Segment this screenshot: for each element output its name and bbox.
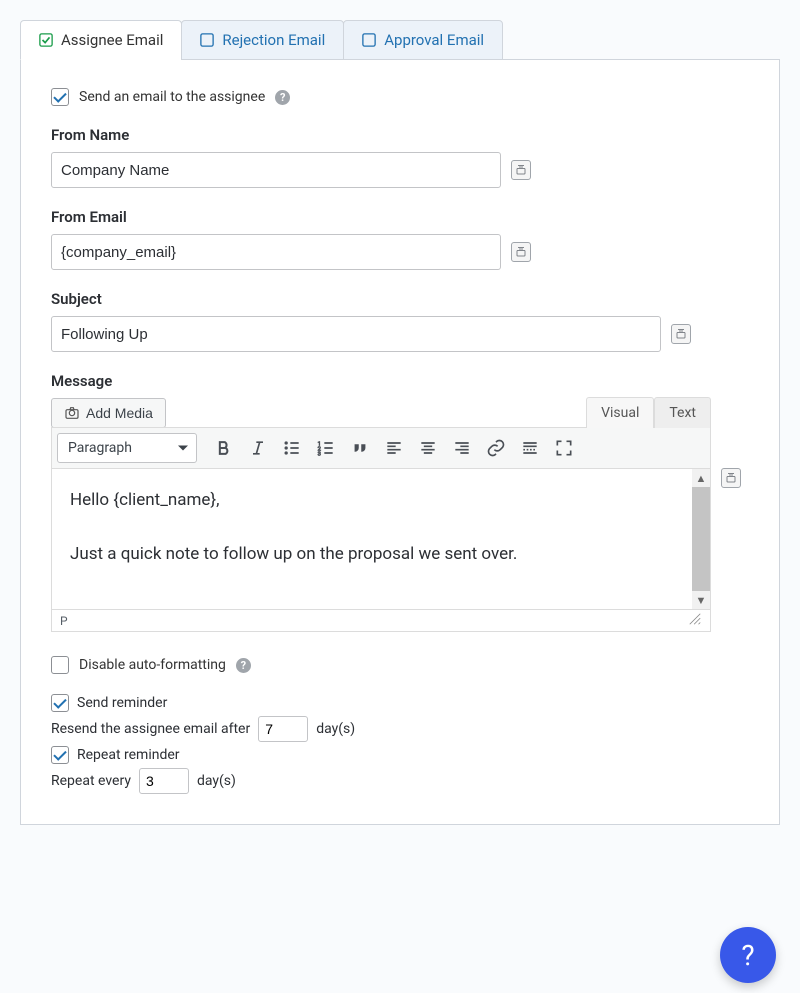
scroll-up-icon[interactable]: ▲ — [692, 469, 710, 487]
tab-assignee-email[interactable]: Assignee Email — [20, 20, 182, 60]
message-editor: Paragraph 123 — [51, 427, 711, 632]
repeat-days-input[interactable] — [139, 768, 189, 794]
checkmark-icon — [39, 33, 53, 47]
subject-label: Subject — [51, 290, 749, 308]
align-left-button[interactable] — [379, 433, 409, 463]
subject-input[interactable] — [51, 316, 661, 352]
editor-toolbar: Paragraph 123 — [52, 428, 710, 469]
send-email-label: Send an email to the assignee — [79, 89, 265, 105]
send-email-checkbox[interactable] — [51, 88, 69, 106]
from-email-label: From Email — [51, 208, 749, 226]
editor-status-bar: P — [52, 609, 710, 631]
reminder-section: Send reminder Resend the assignee email … — [51, 694, 749, 794]
from-name-input[interactable] — [51, 152, 501, 188]
from-email-input[interactable] — [51, 234, 501, 270]
editor-content[interactable]: Hello {client_name}, Just a quick note t… — [52, 469, 692, 609]
editor-scrollbar[interactable]: ▲ ▼ — [692, 469, 710, 609]
checkbox-empty-icon — [362, 33, 376, 47]
resend-suffix: day(s) — [316, 721, 355, 737]
resend-prefix: Resend the assignee email after — [51, 721, 250, 737]
tab-approval-email[interactable]: Approval Email — [343, 20, 503, 60]
merge-tag-button[interactable] — [511, 242, 531, 262]
help-icon[interactable]: ? — [275, 90, 290, 105]
disable-autoformat-row: Disable auto-formatting ? — [51, 656, 749, 674]
merge-tag-button[interactable] — [671, 324, 691, 344]
align-right-button[interactable] — [447, 433, 477, 463]
tab-label: Assignee Email — [61, 31, 163, 49]
svg-text:3: 3 — [318, 452, 321, 458]
editor-line: Just a quick note to follow up on the pr… — [70, 541, 674, 568]
bullet-list-button[interactable] — [277, 433, 307, 463]
email-settings-panel: Send an email to the assignee ? From Nam… — [20, 59, 780, 825]
from-name-label: From Name — [51, 126, 749, 144]
camera-icon — [64, 405, 80, 421]
merge-tag-button[interactable] — [511, 160, 531, 180]
tab-label: Approval Email — [384, 31, 484, 49]
tab-label: Rejection Email — [222, 31, 325, 49]
from-name-group: From Name — [51, 126, 749, 188]
resize-grip-icon[interactable] — [688, 612, 702, 629]
editor-path: P — [60, 614, 68, 628]
question-icon: ? — [741, 939, 754, 972]
scroll-down-icon[interactable]: ▼ — [692, 591, 710, 609]
read-more-button[interactable] — [515, 433, 545, 463]
from-email-group: From Email — [51, 208, 749, 270]
add-media-button[interactable]: Add Media — [51, 398, 166, 428]
repeat-prefix: Repeat every — [51, 773, 131, 789]
editor-line: Hello {client_name}, — [70, 487, 674, 514]
subject-group: Subject — [51, 290, 749, 352]
send-reminder-checkbox[interactable] — [51, 694, 69, 712]
format-select[interactable]: Paragraph — [57, 433, 197, 463]
repeat-reminder-label: Repeat reminder — [77, 747, 180, 763]
align-center-button[interactable] — [413, 433, 443, 463]
send-reminder-label: Send reminder — [77, 695, 167, 711]
visual-tab[interactable]: Visual — [586, 397, 654, 428]
italic-button[interactable] — [243, 433, 273, 463]
tab-rejection-email[interactable]: Rejection Email — [181, 20, 344, 60]
send-email-row: Send an email to the assignee ? — [51, 88, 749, 106]
bold-button[interactable] — [209, 433, 239, 463]
repeat-reminder-checkbox[interactable] — [51, 746, 69, 764]
merge-tag-button[interactable] — [721, 468, 741, 488]
help-fab-button[interactable]: ? — [720, 927, 776, 983]
quote-button[interactable] — [345, 433, 375, 463]
help-icon[interactable]: ? — [236, 658, 251, 673]
add-media-label: Add Media — [86, 405, 153, 421]
message-label: Message — [51, 372, 749, 390]
repeat-suffix: day(s) — [197, 773, 236, 789]
number-list-button[interactable]: 123 — [311, 433, 341, 463]
disable-autoformat-checkbox[interactable] — [51, 656, 69, 674]
checkbox-empty-icon — [200, 33, 214, 47]
resend-days-input[interactable] — [258, 716, 308, 742]
link-button[interactable] — [481, 433, 511, 463]
scroll-thumb[interactable] — [692, 487, 710, 591]
message-group: Message Add Media Visual Text Paragraph — [51, 372, 749, 632]
disable-autoformat-label: Disable auto-formatting — [79, 657, 226, 673]
text-tab[interactable]: Text — [654, 397, 711, 428]
email-tabs: Assignee Email Rejection Email Approval … — [20, 20, 780, 60]
fullscreen-button[interactable] — [549, 433, 579, 463]
